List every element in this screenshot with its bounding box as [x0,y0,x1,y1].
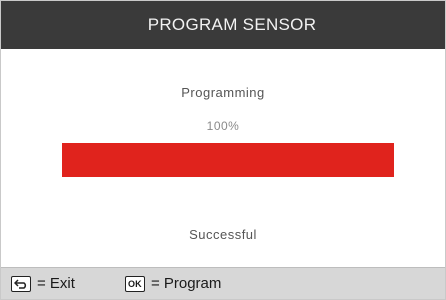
progress-percent: 100% [206,119,240,133]
footer-hint-bar: = Exit OK = Program [1,267,445,299]
program-label: = Program [150,275,222,292]
title-bar: PROGRAM SENSOR [1,1,445,49]
device-screen: PROGRAM SENSOR Programming 100% Successf… [0,0,446,300]
progress-bar-fill [62,143,394,177]
progress-bar [62,143,394,177]
exit-label: = Exit [37,275,75,292]
back-arrow-icon[interactable] [11,275,31,292]
program-status-panel: Programming 100% Successful [1,49,445,267]
program-hint[interactable]: OK = Program [124,275,222,292]
exit-hint[interactable]: = Exit [11,275,75,292]
page-title: PROGRAM SENSOR [147,15,317,34]
result-label: Successful [189,227,257,242]
status-label: Programming [181,85,265,100]
ok-key-icon[interactable]: OK [124,275,145,292]
